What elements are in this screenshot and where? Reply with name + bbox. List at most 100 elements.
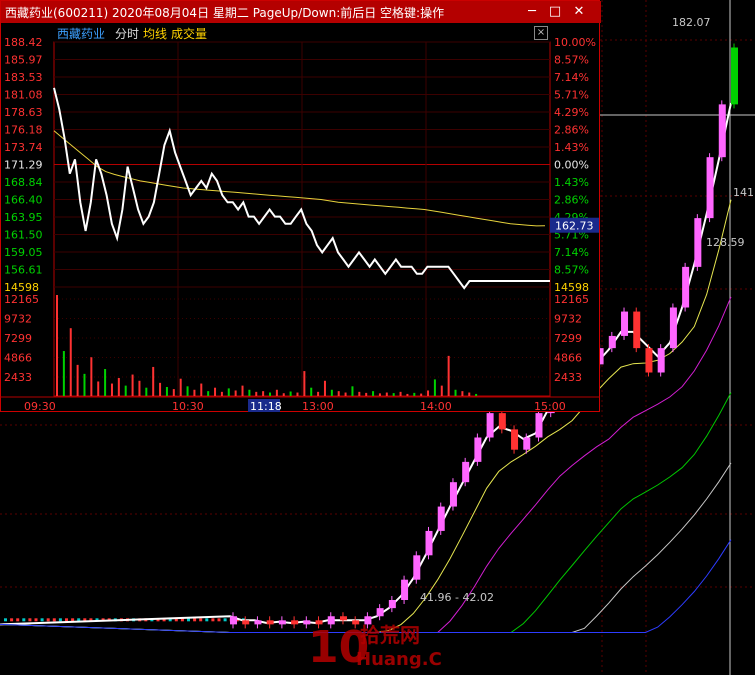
volume-bar xyxy=(454,389,457,396)
time-tick-label: 09:30 xyxy=(24,400,56,412)
candle-small xyxy=(211,618,215,622)
candle-body xyxy=(608,335,616,349)
last-price-label: 162.73 xyxy=(555,220,594,233)
volume-bar xyxy=(159,382,162,396)
candle-small xyxy=(16,618,20,622)
candle-body xyxy=(523,437,531,450)
volume-bar xyxy=(427,390,430,396)
volume-bar xyxy=(269,392,271,396)
price-tick-label: 181.08 xyxy=(4,89,43,102)
price-tick-label: 183.53 xyxy=(4,71,43,84)
volume-bar xyxy=(289,391,292,396)
candle-body xyxy=(498,413,506,430)
candle-body xyxy=(731,47,738,105)
volume-bar xyxy=(392,393,395,396)
pct-tick-label: 0.00% xyxy=(554,159,589,172)
candle-body xyxy=(230,616,237,625)
volume-tick-label: 9732 xyxy=(554,313,582,326)
candle-small xyxy=(46,618,50,622)
volume-bar xyxy=(406,393,409,396)
volume-bar xyxy=(440,385,443,396)
candle-small xyxy=(22,618,26,622)
price-tick-label: 176.18 xyxy=(4,124,43,137)
pct-tick-label: 10.00% xyxy=(554,36,596,49)
candle-body xyxy=(694,218,702,267)
price-tick-label: 171.29 xyxy=(4,159,43,172)
volume-bar xyxy=(248,389,251,396)
candle-small xyxy=(52,618,56,622)
price-tick-label: 156.61 xyxy=(4,264,43,277)
price-tick-label: 168.84 xyxy=(4,176,43,189)
volume-bar xyxy=(214,387,217,396)
volume-bar xyxy=(262,391,265,396)
volume-bar xyxy=(165,387,168,396)
ma-line xyxy=(0,392,732,633)
candle-body xyxy=(401,579,409,600)
volume-bar xyxy=(275,389,278,396)
time-tick-label: 13:00 xyxy=(302,400,334,412)
candle-small xyxy=(223,618,227,622)
volume-bar xyxy=(234,390,237,396)
candle-small xyxy=(58,618,62,622)
volume-bar xyxy=(317,391,320,396)
candle-body xyxy=(535,413,543,438)
time-tick-label: 10:30 xyxy=(172,400,204,412)
pct-tick-label: 1.43% xyxy=(554,141,589,154)
price-tick-label: 166.40 xyxy=(4,194,43,207)
volume-bar xyxy=(447,355,450,396)
volume-tick-label: 2433 xyxy=(554,371,582,384)
candle-body xyxy=(633,311,641,349)
pct-tick-label: 5.71% xyxy=(554,89,589,102)
volume-bar xyxy=(200,383,203,396)
volume-bar xyxy=(296,392,299,396)
volume-bar xyxy=(433,379,436,396)
price-tick-label: 188.42 xyxy=(4,36,43,49)
volume-bar xyxy=(117,378,120,396)
candle-body xyxy=(718,104,726,158)
low-price-label: 41.96 - 42.02 xyxy=(420,591,494,604)
candle-body xyxy=(474,437,482,462)
volume-bar xyxy=(385,392,388,396)
volume-tick-label: 9732 xyxy=(4,313,32,326)
volume-bar xyxy=(83,373,86,396)
volume-bar xyxy=(179,378,182,396)
candle-small xyxy=(4,618,7,622)
volume-bar xyxy=(475,393,478,396)
ma-line xyxy=(0,462,732,633)
volume-bar xyxy=(104,369,107,396)
volume-bar xyxy=(365,392,368,396)
candle-body xyxy=(413,555,421,580)
volume-tick-label: 7299 xyxy=(554,332,582,345)
candle-body xyxy=(669,307,677,349)
volume-bar xyxy=(207,391,210,396)
price-tick-label: 159.05 xyxy=(4,246,43,259)
volume-bar xyxy=(420,393,423,396)
volume-tick-label: 7299 xyxy=(4,332,32,345)
candle-body xyxy=(242,620,250,625)
volume-bar xyxy=(145,387,148,396)
candle-body xyxy=(266,620,274,625)
volume-bar xyxy=(90,357,93,396)
candle-small xyxy=(205,618,209,622)
volume-bar xyxy=(461,391,464,396)
volume-bar xyxy=(193,389,196,396)
volume-bar xyxy=(220,391,223,396)
pct-tick-label: 7.14% xyxy=(554,71,589,84)
candle-body xyxy=(278,620,286,625)
volume-tick-label: 4866 xyxy=(4,352,32,365)
volume-bar xyxy=(186,386,189,396)
time-tick-label: 15:00 xyxy=(534,400,566,412)
volume-bar xyxy=(255,391,258,396)
volume-bar xyxy=(124,385,127,396)
volume-tick-label: 2433 xyxy=(4,371,32,384)
volume-bar xyxy=(323,380,326,396)
volume-bar xyxy=(56,295,58,396)
price-tick-label: 185.97 xyxy=(4,54,43,67)
price-tick-label: 173.74 xyxy=(4,141,43,154)
candle-small xyxy=(193,618,197,622)
price-label: 141.56 xyxy=(733,186,755,199)
volume-bar xyxy=(69,328,72,396)
volume-bar xyxy=(303,371,306,396)
volume-tick-label: 12165 xyxy=(554,293,589,306)
pct-tick-label: 1.43% xyxy=(554,176,589,189)
